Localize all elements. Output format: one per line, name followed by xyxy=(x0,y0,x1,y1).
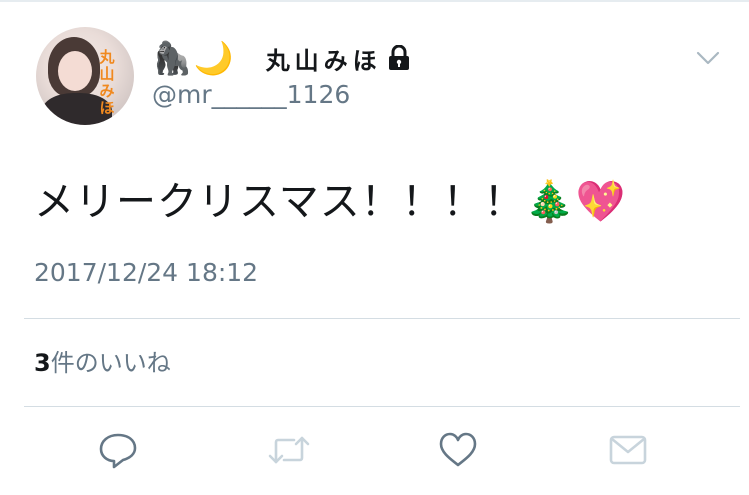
name-row: 🦍🌙 丸山みほ xyxy=(152,40,410,76)
tweet-timestamp[interactable]: 2017/12/24 18:12 xyxy=(34,258,258,287)
display-name[interactable]: 丸山みほ xyxy=(266,41,382,76)
chevron-down-icon[interactable] xyxy=(696,50,720,66)
likes-count: 3 xyxy=(34,349,51,377)
avatar[interactable]: 丸山みほ xyxy=(36,27,134,125)
like-button[interactable] xyxy=(438,430,478,470)
avatar-text: 丸山みほ xyxy=(99,48,115,117)
likes-summary[interactable]: 3件のいいね xyxy=(34,343,171,378)
direct-message-button[interactable] xyxy=(608,430,648,470)
tweet-text: メリークリスマス！！！！🎄💖 xyxy=(34,175,626,229)
reply-icon xyxy=(98,433,138,474)
divider xyxy=(24,318,740,319)
envelope-icon xyxy=(608,435,648,474)
retweet-icon xyxy=(268,436,310,474)
tweet-body: メリークリスマス！！！！ xyxy=(34,179,525,225)
reply-button[interactable] xyxy=(98,430,138,470)
retweet-button[interactable] xyxy=(268,430,310,470)
user-handle[interactable]: @mr______1126 xyxy=(152,80,350,109)
tweet-emoji: 🎄💖 xyxy=(524,179,627,225)
lock-icon xyxy=(388,44,410,71)
divider xyxy=(24,406,740,407)
avatar-face xyxy=(58,51,92,91)
likes-label: 件のいいね xyxy=(50,349,171,377)
name-emoji: 🦍🌙 xyxy=(152,39,236,77)
top-border xyxy=(0,0,749,2)
heart-icon xyxy=(438,432,478,474)
